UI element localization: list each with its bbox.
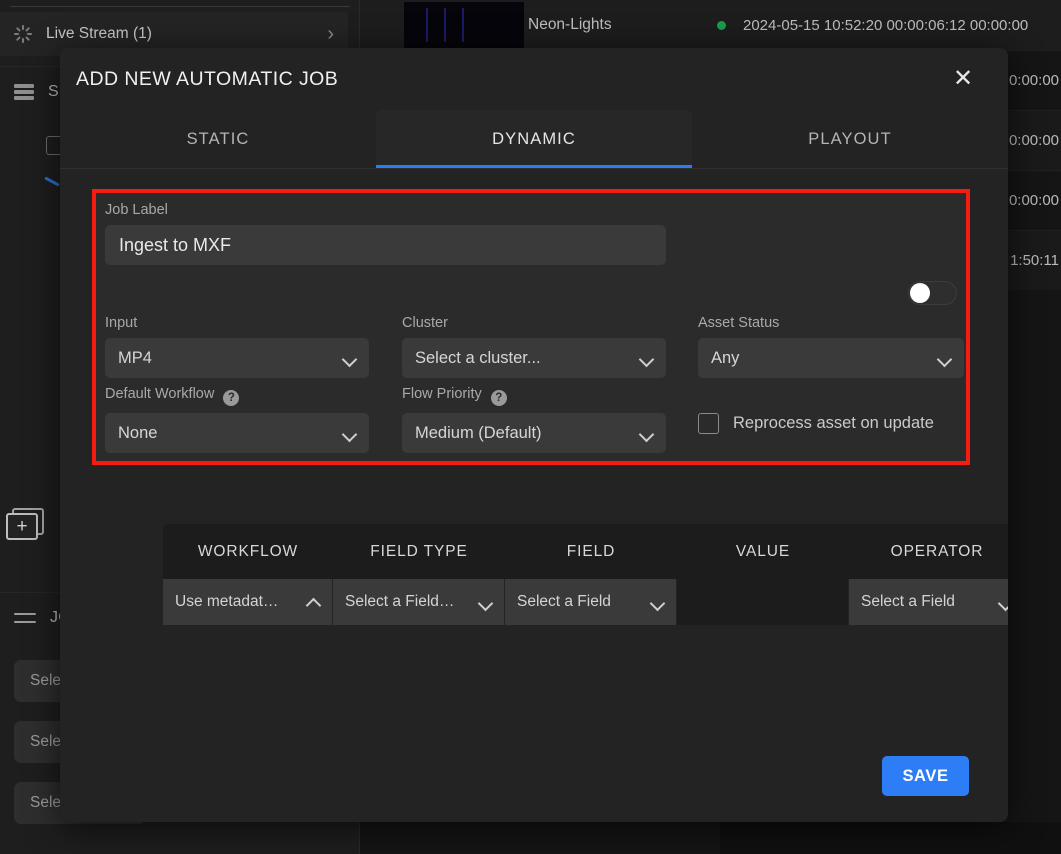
add-card-front: +	[6, 513, 38, 540]
row-workflow-select[interactable]: Use metadat…	[163, 579, 333, 625]
background-select-label: Sele	[30, 733, 62, 750]
cluster-select[interactable]: Select a cluster...	[402, 338, 666, 378]
background-select-label: Sele	[30, 794, 62, 811]
menu-icon	[14, 612, 36, 623]
row-operator-value: Select a Field	[861, 593, 955, 610]
divider	[10, 6, 350, 7]
row-time: 0:00:00	[1008, 192, 1059, 209]
background-footer-band	[720, 822, 1061, 854]
row-workflow-value: Use metadat…	[175, 593, 279, 610]
row-value-cell[interactable]	[677, 579, 849, 625]
asset-status-select-value: Any	[711, 348, 740, 367]
chevron-down-icon	[651, 596, 664, 609]
asset-thumbnail	[404, 2, 524, 48]
live-stream-label: Live Stream (1)	[46, 25, 152, 42]
flow-priority-label-text: Flow Priority	[402, 386, 482, 402]
default-workflow-select[interactable]: None	[105, 413, 369, 453]
chevron-up-icon	[307, 596, 320, 609]
asset-name: Neon-Lights	[528, 16, 612, 33]
background-select-label: Sele	[30, 672, 62, 689]
chevron-down-icon	[343, 427, 356, 440]
flow-priority-label: Flow Priority?	[402, 386, 666, 406]
app-root: Neon-Lights 2024-05-15 10:52:20 00:00:06…	[0, 0, 1061, 854]
live-stream-icon	[14, 25, 32, 43]
asset-timestamps: 2024-05-15 10:52:20 00:00:06:12 00:00:00	[743, 16, 1029, 34]
input-label: Input	[105, 315, 138, 331]
conditions-table-header: WORKFLOW FIELD TYPE FIELD VALUE OPERATOR	[163, 524, 1008, 579]
save-button[interactable]: SAVE	[882, 756, 969, 796]
column-header-field: FIELD	[566, 542, 616, 560]
storage-label: S	[48, 82, 59, 100]
dialog-footer: SAVE	[60, 730, 1008, 822]
storage-icon	[14, 83, 34, 100]
cluster-select-value: Select a cluster...	[415, 348, 541, 367]
dialog-title: ADD NEW AUTOMATIC JOB	[76, 67, 339, 90]
chevron-down-icon	[343, 352, 356, 365]
conditions-table: WORKFLOW FIELD TYPE FIELD VALUE OPERATOR…	[163, 524, 1008, 625]
add-card-icon[interactable]: +	[6, 508, 46, 542]
column-header-operator: OPERATOR	[890, 542, 984, 560]
job-label-input[interactable]	[105, 225, 666, 265]
default-workflow-label-text: Default Workflow	[105, 386, 215, 402]
reprocess-asset-checkbox[interactable]: Reprocess asset on update	[698, 413, 934, 434]
tab-playout[interactable]: PLAYOUT	[692, 110, 1008, 168]
toggle-knob	[910, 283, 930, 303]
row-field-type-value: Select a Field…	[345, 593, 455, 610]
dialog-header: ADD NEW AUTOMATIC JOB ✕	[60, 48, 1008, 110]
input-select[interactable]: MP4	[105, 338, 369, 378]
help-icon[interactable]: ?	[223, 390, 240, 406]
row-time: 0:00:00	[1008, 132, 1059, 149]
column-header-field-type: FIELD TYPE	[370, 542, 468, 560]
add-new-automatic-job-dialog: ADD NEW AUTOMATIC JOB ✕ STATIC DYNAMIC P…	[60, 48, 1008, 822]
tab-dynamic[interactable]: DYNAMIC	[376, 110, 692, 168]
reprocess-asset-label: Reprocess asset on update	[733, 414, 934, 432]
flow-priority-select-value: Medium (Default)	[415, 423, 542, 442]
column-header-workflow: WORKFLOW	[197, 542, 299, 560]
enable-toggle[interactable]	[908, 281, 957, 305]
default-workflow-select-value: None	[118, 423, 158, 442]
chevron-down-icon	[938, 352, 951, 365]
close-icon[interactable]: ✕	[946, 62, 980, 96]
chevron-down-icon	[640, 427, 653, 440]
asset-status-label: Asset Status	[698, 315, 780, 331]
row-field-type-select[interactable]: Select a Field…	[333, 579, 505, 625]
conditions-table-row: Use metadat… Select a Field… Select a Fi…	[163, 579, 1008, 625]
column-header-value: VALUE	[735, 542, 791, 560]
help-icon[interactable]: ?	[490, 390, 507, 406]
status-dot-icon	[717, 20, 726, 30]
row-operator-select[interactable]: Select a Field	[849, 579, 1008, 625]
input-select-value: MP4	[118, 348, 152, 367]
row-field-select[interactable]: Select a Field	[505, 579, 677, 625]
default-workflow-label: Default Workflow?	[105, 386, 369, 406]
cluster-label: Cluster	[402, 315, 448, 331]
dialog-body: Job Label Input MP4 Cluster	[60, 169, 1008, 809]
highlighted-settings-region: Job Label Input MP4 Cluster	[92, 189, 970, 465]
chevron-right-icon: ›	[327, 22, 334, 45]
background-accent-mark	[44, 176, 60, 187]
job-label-label: Job Label	[105, 202, 168, 218]
row-time: 1:50:11	[1010, 252, 1059, 269]
flow-priority-select[interactable]: Medium (Default)	[402, 413, 666, 453]
chevron-down-icon	[479, 596, 492, 609]
checkbox-box	[698, 413, 719, 434]
row-field-value: Select a Field	[517, 593, 611, 610]
dialog-tabs: STATIC DYNAMIC PLAYOUT	[60, 110, 1008, 168]
chevron-down-icon	[640, 352, 653, 365]
row-time: 0:00:00	[1008, 72, 1059, 89]
asset-status-select[interactable]: Any	[698, 338, 964, 378]
tab-static[interactable]: STATIC	[60, 110, 376, 168]
chevron-down-icon	[999, 596, 1008, 609]
background-asset-row: Neon-Lights 2024-05-15 10:52:20 00:00:06…	[360, 0, 1061, 50]
